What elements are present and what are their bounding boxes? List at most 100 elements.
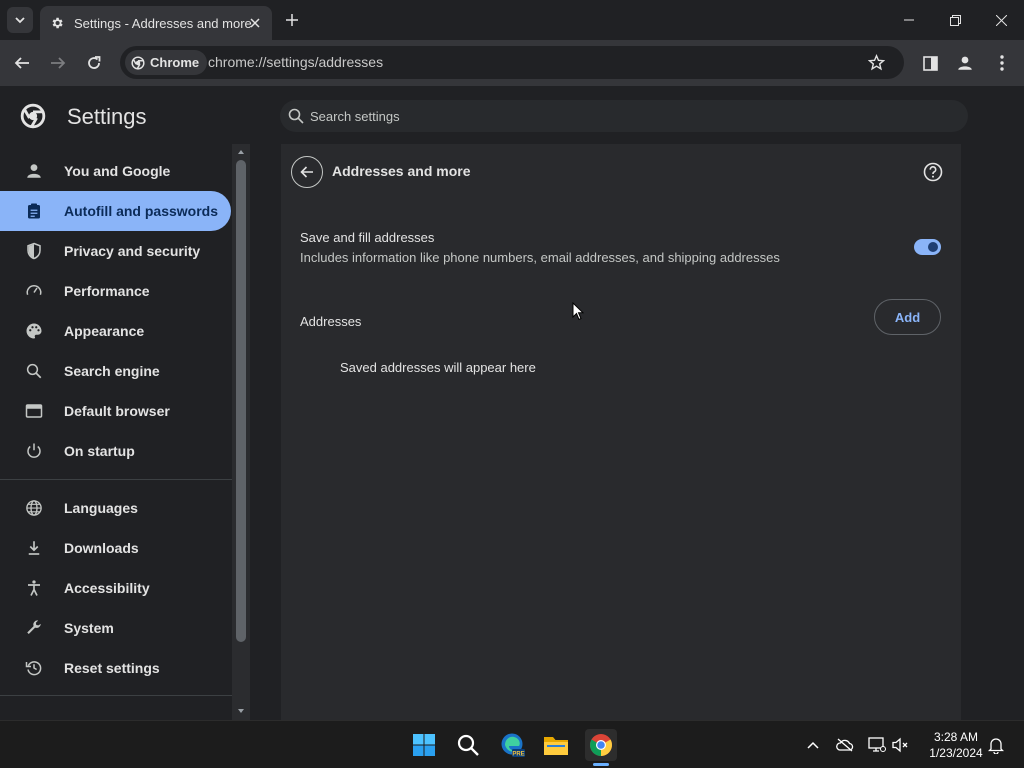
plus-icon <box>286 14 298 26</box>
back-button[interactable] <box>9 50 35 76</box>
palette-icon <box>24 321 44 341</box>
sidebar-item-search-engine[interactable]: Search engine <box>0 351 231 391</box>
taskbar-search-button[interactable] <box>452 729 484 761</box>
sidebar-item-autofill[interactable]: Autofill and passwords <box>0 191 231 231</box>
site-info-chip[interactable]: Chrome <box>125 50 208 75</box>
sidebar-item-privacy[interactable]: Privacy and security <box>0 231 231 271</box>
arrow-left-icon <box>300 166 313 178</box>
addresses-section-heading: Addresses <box>300 314 362 329</box>
sidebar-item-on-startup[interactable]: On startup <box>0 431 231 471</box>
show-hidden-icons-button[interactable] <box>803 735 823 755</box>
notifications-button[interactable] <box>986 735 1006 755</box>
search-settings-input[interactable]: Search settings <box>280 100 968 132</box>
clipboard-icon <box>24 201 44 221</box>
star-icon <box>868 54 885 71</box>
chevron-up-icon <box>807 741 819 749</box>
clock-date: 1/23/2024 <box>929 746 983 760</box>
sidebar-item-default-browser[interactable]: Default browser <box>0 391 231 431</box>
sidebar-item-downloads[interactable]: Downloads <box>0 528 231 568</box>
globe-icon <box>24 498 44 518</box>
scrollbar-thumb[interactable] <box>236 160 246 642</box>
sidebar-item-reset-settings[interactable]: Reset settings <box>0 648 231 688</box>
back-arrow-button[interactable] <box>291 156 323 188</box>
close-window-button[interactable] <box>978 0 1024 40</box>
new-tab-button[interactable] <box>282 10 302 30</box>
menu-button[interactable] <box>989 50 1015 76</box>
sidebar-item-appearance[interactable]: Appearance <box>0 311 231 351</box>
sidebar-item-accessibility[interactable]: Accessibility <box>0 568 231 608</box>
minimize-icon <box>904 19 914 21</box>
toggle-knob <box>928 242 938 252</box>
power-icon <box>24 441 44 461</box>
bookmark-star-button[interactable] <box>868 54 885 71</box>
close-icon <box>250 18 260 28</box>
save-fill-addresses-label: Save and fill addresses <box>300 230 435 245</box>
sidebar-item-you-and-google[interactable]: You and Google <box>0 151 231 191</box>
settings-sidebar: You and Google Autofill and passwords Pr… <box>0 144 232 720</box>
chrome-taskbar-button[interactable] <box>585 729 617 761</box>
site-chip-label: Chrome <box>150 55 200 70</box>
system-clock[interactable]: 3:28 AM 1/23/2024 <box>916 729 996 761</box>
scroll-down-icon <box>238 709 244 713</box>
tab-strip: Settings - Addresses and more <box>0 0 1024 40</box>
side-panel-button[interactable] <box>917 50 943 76</box>
sidebar-item-performance[interactable]: Performance <box>0 271 231 311</box>
profile-button[interactable] <box>952 50 978 76</box>
chrome-logo-icon <box>590 734 612 756</box>
reload-button[interactable] <box>81 50 107 76</box>
sidebar-item-label: You and Google <box>64 163 171 179</box>
bell-icon <box>988 737 1004 754</box>
clock-time: 3:28 AM <box>933 730 979 744</box>
wrench-icon <box>24 618 44 638</box>
save-fill-addresses-toggle[interactable] <box>914 239 941 255</box>
sidebar-item-languages[interactable]: Languages <box>0 488 231 528</box>
sidebar-item-system[interactable]: System <box>0 608 231 648</box>
sidebar-item-label: Appearance <box>64 323 145 339</box>
network-monitor-icon <box>868 737 886 752</box>
add-address-button[interactable]: Add <box>874 299 941 335</box>
volume-tray-button[interactable] <box>891 735 911 755</box>
restore-button[interactable] <box>932 0 978 40</box>
close-icon <box>995 14 1007 26</box>
address-bar[interactable]: Chrome chrome://settings/addresses <box>120 46 904 79</box>
tab-search-button[interactable] <box>7 7 33 33</box>
edge-preview-button[interactable]: PRE <box>497 729 529 761</box>
url-text: chrome://settings/addresses <box>208 54 384 70</box>
browser-window-icon <box>24 401 44 421</box>
more-vertical-icon <box>1000 55 1004 71</box>
windows-taskbar: PRE 3:28 AM 1/23/2024 <box>0 720 1024 768</box>
sidebar-divider <box>0 479 232 480</box>
help-button[interactable] <box>922 161 944 183</box>
start-button[interactable] <box>408 729 440 761</box>
file-explorer-button[interactable] <box>540 729 572 761</box>
arrow-right-icon <box>51 57 66 69</box>
windows-logo-icon <box>413 734 435 756</box>
browser-tab[interactable]: Settings - Addresses and more <box>40 6 272 40</box>
onedrive-tray-button[interactable] <box>835 735 855 755</box>
sidebar-item-label: Languages <box>64 500 138 516</box>
network-tray-button[interactable] <box>867 735 887 755</box>
sidebar-divider <box>0 695 232 696</box>
active-app-indicator <box>593 763 609 766</box>
empty-addresses-message: Saved addresses will appear here <box>340 360 536 375</box>
reload-icon <box>88 56 101 69</box>
minimize-button[interactable] <box>886 0 932 40</box>
settings-header: Settings Search settings <box>0 86 1024 144</box>
folder-icon <box>544 737 568 755</box>
person-icon <box>958 56 972 70</box>
search-icon <box>288 108 304 124</box>
page-title: Settings <box>67 104 147 129</box>
forward-button[interactable] <box>45 50 71 76</box>
speaker-muted-icon <box>892 737 908 753</box>
browser-toolbar: Chrome chrome://settings/addresses <box>0 40 1024 86</box>
sidebar-item-label: Downloads <box>64 540 139 556</box>
cloud-offline-icon <box>836 738 854 752</box>
download-icon <box>24 538 44 558</box>
search-placeholder: Search settings <box>310 108 400 124</box>
tab-close-button[interactable] <box>246 14 264 32</box>
restore-icon <box>949 14 961 26</box>
sidebar-scrollbar[interactable] <box>232 144 250 720</box>
search-icon <box>457 734 479 756</box>
chevron-down-icon <box>15 17 25 24</box>
save-fill-addresses-description: Includes information like phone numbers,… <box>300 250 780 265</box>
